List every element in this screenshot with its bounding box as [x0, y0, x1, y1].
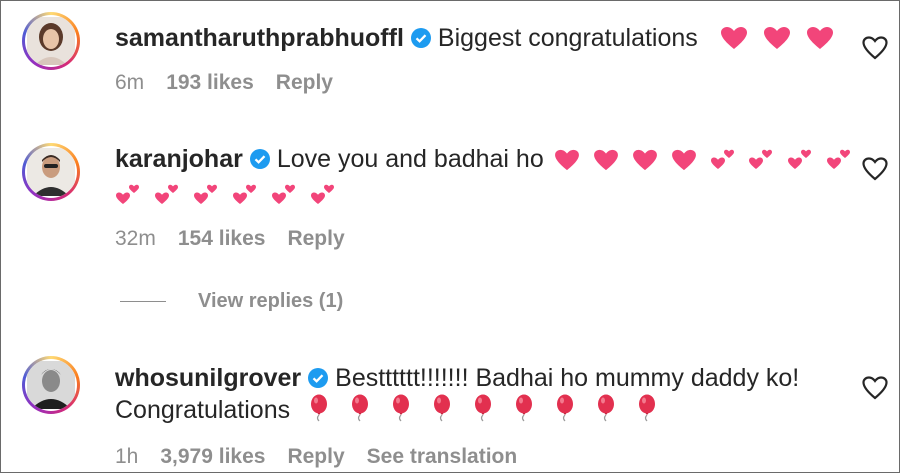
- two-hearts-icon: [116, 184, 139, 204]
- likes-count[interactable]: 154 likes: [178, 227, 266, 250]
- avatar[interactable]: [22, 356, 80, 414]
- like-heart-icon[interactable]: [862, 376, 888, 400]
- two-hearts-icon: [710, 149, 734, 169]
- comment-text: Love you and badhai ho: [276, 145, 544, 173]
- balloon-icon: [311, 394, 328, 422]
- comment-text: Biggest congratulations: [437, 24, 698, 52]
- timestamp: 1h: [115, 445, 139, 468]
- comment-line: karanjohar Love you and badhai ho: [115, 143, 852, 178]
- heart-icon: [593, 149, 618, 171]
- two-hearts-icon: [310, 184, 334, 204]
- avatar[interactable]: [22, 143, 80, 201]
- balloon-icon: [556, 394, 573, 422]
- username[interactable]: whosunilgrover: [115, 364, 301, 392]
- balloon-icon: [597, 394, 614, 422]
- comment-meta: 6m 193 likes Reply: [115, 71, 355, 95]
- comment-meta: 1h 3,979 likes Reply See translation: [115, 445, 539, 469]
- heart-icon: [632, 149, 657, 171]
- two-hearts-icon: [193, 184, 217, 204]
- heart-icon: [554, 149, 579, 171]
- two-hearts-icon: [154, 184, 178, 204]
- balloon-icon: [392, 394, 409, 422]
- emoji-row: [551, 145, 853, 173]
- balloon-icon: [352, 394, 369, 422]
- like-heart-icon[interactable]: [862, 157, 888, 181]
- emoji-row-continued: [115, 178, 336, 210]
- verified-badge-icon: [249, 146, 271, 178]
- two-hearts-icon: [788, 149, 812, 169]
- view-replies-button[interactable]: View replies (1): [120, 290, 343, 313]
- heart-icon: [806, 27, 833, 49]
- timestamp: 6m: [115, 71, 145, 94]
- like-heart-icon[interactable]: [862, 36, 888, 60]
- view-replies-label: View replies (1): [198, 290, 344, 312]
- comment-line-continued: Congratulations: [115, 394, 658, 426]
- see-translation-button[interactable]: See translation: [367, 445, 518, 468]
- two-hearts-icon: [232, 184, 256, 204]
- username[interactable]: karanjohar: [115, 145, 243, 173]
- verified-badge-icon: [307, 365, 329, 397]
- heart-icon: [671, 149, 696, 171]
- two-hearts-icon: [827, 149, 851, 169]
- avatar[interactable]: [22, 12, 80, 70]
- username[interactable]: samantharuthprabhuoffl: [115, 24, 404, 52]
- two-hearts-icon: [749, 149, 773, 169]
- reply-button[interactable]: Reply: [287, 445, 344, 468]
- likes-count[interactable]: 193 likes: [166, 71, 254, 94]
- comment-meta: 32m 154 likes Reply: [115, 227, 367, 251]
- balloon-icon: [474, 394, 491, 422]
- replies-divider: [120, 301, 166, 303]
- reply-button[interactable]: Reply: [276, 71, 333, 94]
- comment-text: Bestttttt!!!!!!! Badhai ho mummy daddy k…: [335, 364, 800, 392]
- comment-line: samantharuthprabhuoffl Biggest congratula…: [115, 22, 834, 57]
- comment-text-continued: Congratulations: [115, 396, 291, 424]
- balloon-icon: [433, 394, 450, 422]
- balloon-icon: [638, 394, 655, 422]
- two-hearts-icon: [271, 184, 295, 204]
- heart-icon: [763, 27, 790, 49]
- comment-line: whosunilgrover Bestttttt!!!!!!! Badhai ho…: [115, 362, 799, 397]
- reply-button[interactable]: Reply: [287, 227, 344, 250]
- balloon-icon: [515, 394, 532, 422]
- emoji-row: [305, 394, 658, 424]
- verified-badge-icon: [410, 25, 432, 57]
- heart-icon: [720, 27, 747, 49]
- emoji-row: [717, 24, 834, 52]
- timestamp: 32m: [115, 227, 156, 250]
- likes-count[interactable]: 3,979 likes: [160, 445, 265, 468]
